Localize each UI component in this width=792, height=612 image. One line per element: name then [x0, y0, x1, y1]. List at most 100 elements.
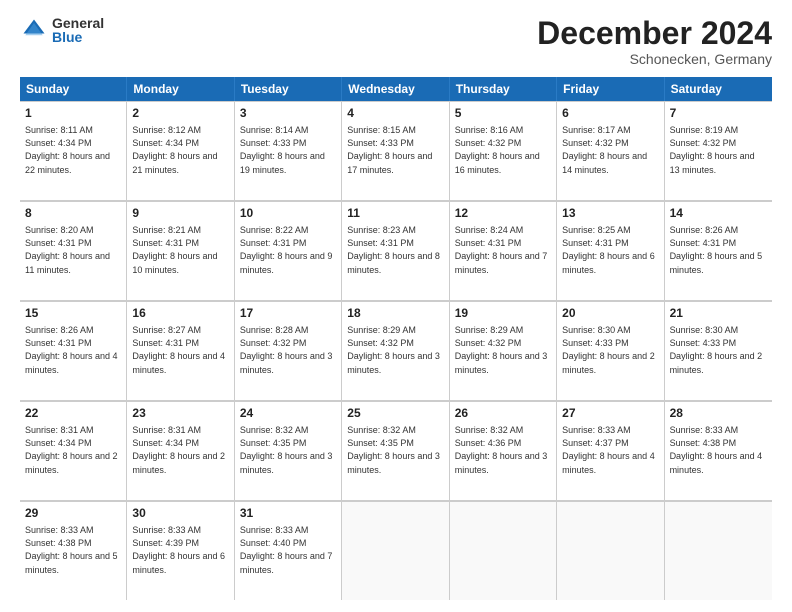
cell-content: Sunrise: 8:31 AMSunset: 4:34 PMDaylight:…	[25, 425, 118, 475]
day-number: 10	[240, 206, 336, 222]
header-sunday: Sunday	[20, 77, 127, 101]
day-number: 14	[670, 206, 767, 222]
cell-content: Sunrise: 8:14 AMSunset: 4:33 PMDaylight:…	[240, 125, 325, 175]
day-number: 12	[455, 206, 551, 222]
calendar-cell-w3-d3: 17 Sunrise: 8:28 AMSunset: 4:32 PMDayligh…	[235, 301, 342, 400]
calendar-cell-w1-d6: 6Sunrise: 8:17 AMSunset: 4:32 PMDaylight…	[557, 101, 664, 200]
day-number: 27	[562, 406, 658, 422]
cell-content: Sunrise: 8:28 AMSunset: 4:32 PMDaylight:…	[240, 325, 333, 375]
month-title: December 2024	[537, 16, 772, 51]
day-number: 30	[132, 506, 228, 522]
calendar-week-2: 8 Sunrise: 8:20 AMSunset: 4:31 PMDaylight…	[20, 201, 772, 301]
header-tuesday: Tuesday	[235, 77, 342, 101]
cell-content: Sunrise: 8:33 AMSunset: 4:39 PMDaylight:…	[132, 525, 225, 575]
day-number: 11	[347, 206, 443, 222]
calendar-cell-w2-d3: 10Sunrise: 8:22 AMSunset: 4:31 PMDayligh…	[235, 201, 342, 300]
day-number: 22	[25, 406, 121, 422]
cell-content: Sunrise: 8:19 AMSunset: 4:32 PMDaylight:…	[670, 125, 755, 175]
header-monday: Monday	[127, 77, 234, 101]
day-number: 1	[25, 106, 121, 122]
logo-text: General Blue	[52, 16, 104, 44]
calendar-week-1: 1Sunrise: 8:11 AMSunset: 4:34 PMDaylight…	[20, 101, 772, 201]
calendar-week-4: 22 Sunrise: 8:31 AMSunset: 4:34 PMDayligh…	[20, 401, 772, 501]
day-number: 25	[347, 406, 443, 422]
calendar-cell-w2-d4: 11Sunrise: 8:23 AMSunset: 4:31 PMDayligh…	[342, 201, 449, 300]
calendar-cell-w4-d4: 25 Sunrise: 8:32 AMSunset: 4:35 PMDayligh…	[342, 401, 449, 500]
day-number: 28	[670, 406, 767, 422]
header-thursday: Thursday	[450, 77, 557, 101]
cell-content: Sunrise: 8:33 AMSunset: 4:38 PMDaylight:…	[670, 425, 763, 475]
day-number: 18	[347, 306, 443, 322]
calendar-cell-w4-d2: 23 Sunrise: 8:31 AMSunset: 4:34 PMDayligh…	[127, 401, 234, 500]
calendar-cell-w3-d2: 16 Sunrise: 8:27 AMSunset: 4:31 PMDayligh…	[127, 301, 234, 400]
cell-content: Sunrise: 8:30 AMSunset: 4:33 PMDaylight:…	[670, 325, 763, 375]
day-number: 20	[562, 306, 658, 322]
day-number: 4	[347, 106, 443, 122]
day-number: 3	[240, 106, 336, 122]
cell-content: Sunrise: 8:25 AMSunset: 4:31 PMDaylight:…	[562, 225, 655, 275]
day-number: 31	[240, 506, 336, 522]
calendar-cell-w5-d3: 31 Sunrise: 8:33 AMSunset: 4:40 PMDayligh…	[235, 501, 342, 600]
calendar-cell-w1-d1: 1Sunrise: 8:11 AMSunset: 4:34 PMDaylight…	[20, 101, 127, 200]
calendar-cell-w5-d4	[342, 501, 449, 600]
cell-content: Sunrise: 8:33 AMSunset: 4:37 PMDaylight:…	[562, 425, 655, 475]
day-number: 26	[455, 406, 551, 422]
day-number: 7	[670, 106, 767, 122]
day-number: 24	[240, 406, 336, 422]
day-number: 5	[455, 106, 551, 122]
cell-content: Sunrise: 8:21 AMSunset: 4:31 PMDaylight:…	[132, 225, 217, 275]
calendar-cell-w5-d7	[665, 501, 772, 600]
calendar-page: General Blue December 2024 Schonecken, G…	[0, 0, 792, 612]
location: Schonecken, Germany	[537, 51, 772, 67]
cell-content: Sunrise: 8:16 AMSunset: 4:32 PMDaylight:…	[455, 125, 540, 175]
calendar-cell-w3-d4: 18 Sunrise: 8:29 AMSunset: 4:32 PMDayligh…	[342, 301, 449, 400]
calendar-cell-w3-d6: 20 Sunrise: 8:30 AMSunset: 4:33 PMDayligh…	[557, 301, 664, 400]
title-block: December 2024 Schonecken, Germany	[537, 16, 772, 67]
calendar-cell-w5-d6	[557, 501, 664, 600]
calendar-cell-w5-d2: 30 Sunrise: 8:33 AMSunset: 4:39 PMDayligh…	[127, 501, 234, 600]
cell-content: Sunrise: 8:27 AMSunset: 4:31 PMDaylight:…	[132, 325, 225, 375]
header-friday: Friday	[557, 77, 664, 101]
calendar-cell-w3-d7: 21Sunrise: 8:30 AMSunset: 4:33 PMDayligh…	[665, 301, 772, 400]
cell-content: Sunrise: 8:29 AMSunset: 4:32 PMDaylight:…	[347, 325, 440, 375]
calendar-cell-w1-d2: 2 Sunrise: 8:12 AMSunset: 4:34 PMDaylight…	[127, 101, 234, 200]
logo-blue: Blue	[52, 30, 104, 44]
day-number: 17	[240, 306, 336, 322]
logo: General Blue	[20, 16, 104, 44]
day-number: 16	[132, 306, 228, 322]
calendar-cell-w2-d7: 14Sunrise: 8:26 AMSunset: 4:31 PMDayligh…	[665, 201, 772, 300]
day-number: 8	[25, 206, 121, 222]
header-wednesday: Wednesday	[342, 77, 449, 101]
cell-content: Sunrise: 8:32 AMSunset: 4:35 PMDaylight:…	[347, 425, 440, 475]
calendar-cell-w1-d3: 3 Sunrise: 8:14 AMSunset: 4:33 PMDaylight…	[235, 101, 342, 200]
calendar-cell-w1-d4: 4Sunrise: 8:15 AMSunset: 4:33 PMDaylight…	[342, 101, 449, 200]
calendar-cell-w4-d5: 26 Sunrise: 8:32 AMSunset: 4:36 PMDayligh…	[450, 401, 557, 500]
calendar-cell-w4-d3: 24Sunrise: 8:32 AMSunset: 4:35 PMDayligh…	[235, 401, 342, 500]
day-number: 15	[25, 306, 121, 322]
day-number: 9	[132, 206, 228, 222]
day-number: 2	[132, 106, 228, 122]
cell-content: Sunrise: 8:24 AMSunset: 4:31 PMDaylight:…	[455, 225, 548, 275]
calendar-cell-w4-d7: 28 Sunrise: 8:33 AMSunset: 4:38 PMDayligh…	[665, 401, 772, 500]
calendar-cell-w2-d2: 9 Sunrise: 8:21 AMSunset: 4:31 PMDaylight…	[127, 201, 234, 300]
calendar-cell-w2-d5: 12 Sunrise: 8:24 AMSunset: 4:31 PMDayligh…	[450, 201, 557, 300]
cell-content: Sunrise: 8:30 AMSunset: 4:33 PMDaylight:…	[562, 325, 655, 375]
cell-content: Sunrise: 8:12 AMSunset: 4:34 PMDaylight:…	[132, 125, 217, 175]
cell-content: Sunrise: 8:20 AMSunset: 4:31 PMDaylight:…	[25, 225, 110, 275]
day-number: 13	[562, 206, 658, 222]
cell-content: Sunrise: 8:32 AMSunset: 4:36 PMDaylight:…	[455, 425, 548, 475]
calendar-cell-w5-d5	[450, 501, 557, 600]
cell-content: Sunrise: 8:26 AMSunset: 4:31 PMDaylight:…	[25, 325, 118, 375]
cell-content: Sunrise: 8:31 AMSunset: 4:34 PMDaylight:…	[132, 425, 225, 475]
logo-icon	[20, 16, 48, 44]
calendar-week-5: 29Sunrise: 8:33 AMSunset: 4:38 PMDayligh…	[20, 501, 772, 600]
calendar-cell-w4-d6: 27 Sunrise: 8:33 AMSunset: 4:37 PMDayligh…	[557, 401, 664, 500]
cell-content: Sunrise: 8:33 AMSunset: 4:40 PMDaylight:…	[240, 525, 333, 575]
day-number: 6	[562, 106, 658, 122]
calendar-week-3: 15 Sunrise: 8:26 AMSunset: 4:31 PMDayligh…	[20, 301, 772, 401]
calendar-cell-w3-d5: 19Sunrise: 8:29 AMSunset: 4:32 PMDayligh…	[450, 301, 557, 400]
day-number: 23	[132, 406, 228, 422]
calendar-cell-w4-d1: 22 Sunrise: 8:31 AMSunset: 4:34 PMDayligh…	[20, 401, 127, 500]
calendar-header: Sunday Monday Tuesday Wednesday Thursday…	[20, 77, 772, 101]
day-number: 19	[455, 306, 551, 322]
